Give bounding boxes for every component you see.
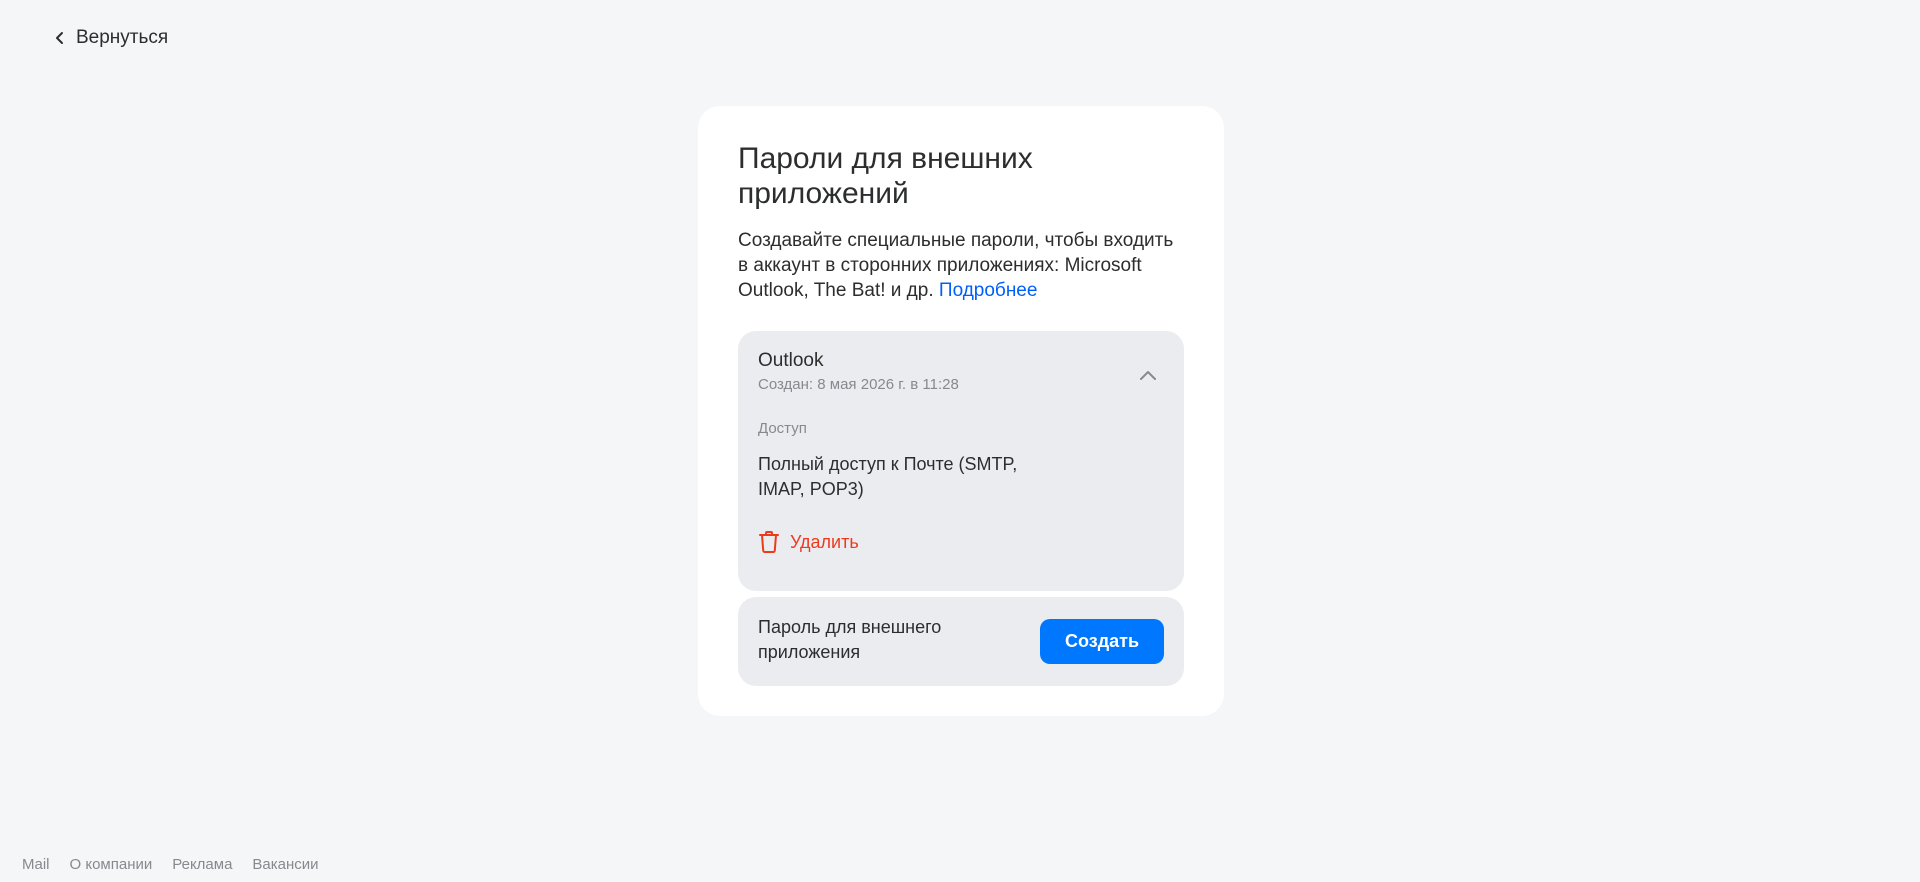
- footer-link-mail[interactable]: Mail: [22, 856, 50, 873]
- footer-link-ads[interactable]: Реклама: [172, 856, 232, 873]
- footer-link-jobs[interactable]: Вакансии: [252, 856, 318, 873]
- delete-button-label: Удалить: [790, 531, 859, 552]
- chevron-left-icon: [54, 31, 66, 45]
- chevron-up-icon: [1138, 368, 1158, 386]
- create-password-panel: Пароль для внешнего приложения Создать: [738, 597, 1184, 686]
- password-item-outlook: Outlook Создан: 8 мая 2026 г. в 11:28 До…: [738, 331, 1184, 591]
- footer-link-about[interactable]: О компании: [70, 856, 153, 873]
- back-link-label: Вернуться: [76, 27, 169, 48]
- access-label: Доступ: [758, 420, 807, 437]
- create-button[interactable]: Создать: [1040, 619, 1164, 664]
- back-link[interactable]: Вернуться: [54, 27, 168, 49]
- delete-button[interactable]: Удалить: [758, 530, 859, 554]
- collapse-toggle-button[interactable]: [1136, 365, 1160, 389]
- footer: Mail О компании Реклама Вакансии: [22, 856, 319, 873]
- password-name: Outlook: [758, 350, 824, 371]
- page-title: Пароли для внешних приложений: [738, 142, 1033, 210]
- page-description: Создавайте специальные пароли, чтобы вхо…: [738, 228, 1184, 303]
- access-value: Полный доступ к Почте (SMTP, IMAP, POP3): [758, 454, 1018, 499]
- password-created-date: Создан: 8 мая 2026 г. в 11:28: [758, 376, 959, 393]
- trash-icon: [758, 530, 780, 554]
- app-passwords-card: Пароли для внешних приложений Создавайте…: [698, 106, 1224, 716]
- create-password-label: Пароль для внешнего приложения: [758, 617, 942, 662]
- more-info-link[interactable]: Подробнее: [939, 280, 1038, 301]
